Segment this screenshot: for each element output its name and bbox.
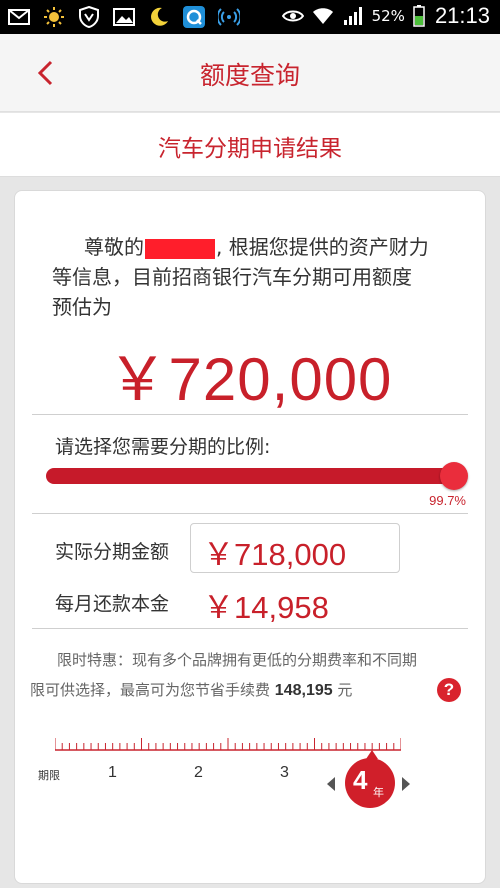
intro-line1: , 根据您提供的资产财力 (216, 235, 429, 259)
promo-savings: 148,195 (274, 682, 333, 699)
credit-amount: ￥720,000 (107, 346, 393, 413)
wifi-icon (312, 5, 334, 27)
page-title: 额度查询 (199, 61, 300, 90)
section-title: 汽车分期申请结果 (158, 136, 342, 162)
term-option-1[interactable]: 1 (108, 764, 117, 782)
term-selected-unit: 年 (373, 786, 384, 799)
promo-line2: 限可供选择，最高可为您节省手续费 (30, 681, 271, 699)
term-prev-arrow-icon[interactable] (327, 777, 335, 791)
promo-text: 限时特惠：现有多个品牌拥有更低的分期费率和不同期 限可供选择，最高可为您节省手续… (30, 645, 470, 706)
signal-icon (342, 5, 364, 27)
intro-line3: 预估为 (52, 295, 112, 319)
monthly-amount: ￥14,958 (203, 590, 329, 625)
term-label: 期限 (38, 769, 60, 782)
divider (32, 513, 468, 514)
divider (32, 414, 468, 415)
battery-percent: 52% (371, 7, 405, 25)
term-selected-value: 4 (353, 765, 368, 795)
promo-line1: 限时特惠：现有多个品牌拥有更低的分期费率和不同期 (57, 651, 418, 669)
shield-icon (78, 6, 100, 28)
battery-icon (413, 5, 425, 27)
hotspot-icon (218, 6, 240, 28)
help-icon[interactable]: ? (437, 678, 461, 702)
eye-icon (281, 5, 304, 27)
redacted-name (145, 238, 215, 259)
sun-icon (43, 6, 65, 28)
installment-label: 实际分期金额 (55, 541, 170, 563)
clock: 21:13 (434, 3, 490, 28)
monthly-label: 每月还款本金 (55, 593, 170, 615)
ratio-slider-handle[interactable] (440, 462, 468, 490)
mail-icon (8, 6, 30, 28)
intro-line2: 等信息，目前招商银行汽车分期可用额度 (52, 265, 412, 289)
term-ruler[interactable] (55, 732, 401, 754)
installment-amount-value: ￥718,000 (203, 537, 347, 572)
term-next-arrow-icon[interactable] (402, 777, 410, 791)
moon-icon (148, 6, 170, 28)
q-app-icon (183, 6, 205, 28)
installment-amount-field[interactable]: ￥718,000 (190, 523, 400, 573)
ratio-slider-track[interactable] (46, 468, 458, 484)
section-header: 汽车分期申请结果 (0, 113, 500, 177)
status-bar: 52% 21:13 (0, 0, 500, 34)
term-selected[interactable]: 4 年 (345, 758, 395, 808)
divider (32, 628, 468, 629)
intro-text: 尊敬的 , 根据您提供的资产财力 等信息，目前招商银行汽车分期可用额度 预估为 (52, 232, 472, 322)
intro-greeting: 尊敬的 (84, 235, 144, 259)
ratio-prompt: 请选择您需要分期的比例: (55, 436, 271, 458)
ratio-value: 99.7% (429, 493, 466, 508)
image-icon (113, 6, 135, 28)
app-bar: 额度查询 (0, 34, 500, 112)
term-option-2[interactable]: 2 (194, 764, 203, 782)
promo-unit: 元 (337, 681, 353, 699)
term-option-3[interactable]: 3 (280, 764, 289, 782)
